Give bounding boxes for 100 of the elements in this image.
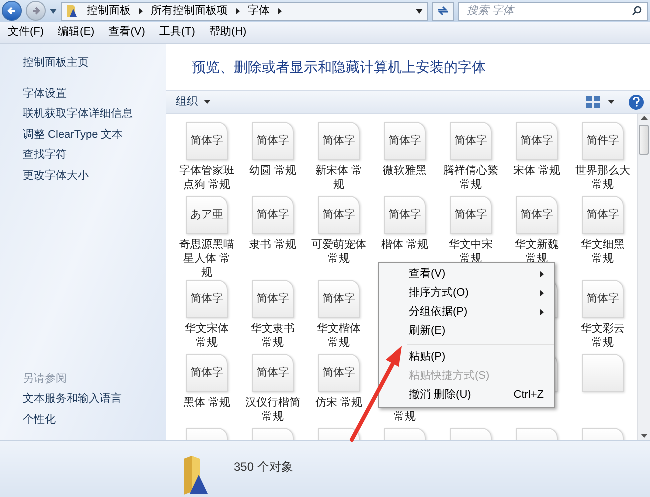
sidebar-link[interactable]: 调整 ClearType 文本 <box>23 126 143 143</box>
font-file-icon[interactable]: 简体字 <box>186 122 228 160</box>
font-name[interactable]: 新宋体 常 规 <box>307 164 371 192</box>
back-button[interactable] <box>2 1 22 21</box>
font-name[interactable]: 宋体 常规 <box>505 164 569 178</box>
font-name[interactable]: 奇思源黑喵 星人体 常 规 <box>175 238 239 280</box>
font-file-icon[interactable]: 简体字 <box>186 354 228 392</box>
section-title: 另请参阅 <box>23 372 68 386</box>
search-field[interactable]: 搜索 字体 <box>458 2 648 20</box>
font-file-icon[interactable]: 简体字 <box>582 196 624 234</box>
help-button[interactable] <box>629 94 644 110</box>
help-icon <box>633 97 640 107</box>
page-heading: 预览、删除或者显示和隐藏计算机上安装的字体 <box>192 58 486 76</box>
search-icon <box>632 6 642 16</box>
chevron-icon[interactable] <box>278 8 282 14</box>
font-preview: 简体字 <box>322 208 356 223</box>
sidebar-link[interactable]: 控制面板主页 <box>23 57 89 69</box>
sidebar-link[interactable]: 查找字符 <box>23 147 143 164</box>
menu-item[interactable]: 工具(T) <box>153 24 202 41</box>
font-file-icon[interactable]: 简体字 <box>384 122 426 160</box>
menu-item[interactable]: 编辑(E) <box>52 24 101 41</box>
sidebar-link[interactable]: 个性化 <box>23 412 143 428</box>
menu-item[interactable]: 文件(F) <box>2 24 50 41</box>
font-file-icon[interactable]: 简件字 <box>582 122 624 160</box>
font-file-icon[interactable]: 简体字 <box>582 280 624 318</box>
font-preview: 简体字 <box>256 292 290 307</box>
menu-item[interactable]: 帮助(H) <box>203 24 253 41</box>
font-file-icon[interactable]: 简体字 <box>252 280 294 318</box>
sidebar-link[interactable]: 联机获取字体详细信息 <box>23 106 143 122</box>
menu-item[interactable]: 排序方式(O) <box>381 284 552 303</box>
font-name[interactable]: 微软雅黑 <box>373 164 437 178</box>
font-preview: 简体字 <box>454 134 488 149</box>
chevron-icon[interactable] <box>139 8 143 14</box>
font-name[interactable]: 楷体 常规 <box>373 238 437 252</box>
font-name[interactable]: 华文隶书 常规 <box>241 322 305 350</box>
font-name[interactable]: 华文细黑 常规 <box>571 238 635 266</box>
font-file-icon[interactable]: 简体字 <box>384 196 426 234</box>
font-file-icon[interactable]: 简体字 <box>252 122 294 160</box>
breadcrumb[interactable]: 所有控制面板项 <box>151 2 228 20</box>
font-file-icon[interactable]: あア亜 <box>186 196 228 234</box>
font-preview: 简体字 <box>520 134 554 149</box>
menu-item[interactable]: 刷新(E) <box>381 322 552 341</box>
menu-item[interactable]: 查看(V) <box>381 265 552 284</box>
refresh-button[interactable] <box>432 2 454 20</box>
font-file-icon[interactable]: 简体字 <box>252 354 294 392</box>
font-file-icon[interactable]: 简体字 <box>450 196 492 234</box>
font-file-icon[interactable]: 简体字 <box>318 280 360 318</box>
dropdown-caret-icon <box>204 100 211 104</box>
font-name[interactable]: 华文宋体 常规 <box>175 322 239 350</box>
scroll-up-icon[interactable] <box>640 116 648 120</box>
font-preview: 简体字 <box>190 292 224 307</box>
refresh-icon <box>437 6 449 16</box>
font-file-icon[interactable]: 简体字 <box>516 196 558 234</box>
font-preview: 简体字 <box>322 134 356 149</box>
font-name[interactable]: 幼圆 常规 <box>241 164 305 178</box>
font-name[interactable]: 黑体 常规 <box>175 396 239 410</box>
dropdown-caret-icon[interactable] <box>416 8 423 14</box>
font-preview: 简件字 <box>586 134 620 149</box>
font-file-icon[interactable]: 简体字 <box>252 196 294 234</box>
breadcrumb[interactable]: 字体 <box>248 2 270 20</box>
font-file-icon[interactable]: 简体字 <box>318 354 360 392</box>
font-preview: 简体字 <box>256 366 290 381</box>
font-name[interactable]: 华文彩云 常规 <box>571 322 635 350</box>
font-name[interactable]: 仿宋 常规 <box>307 396 371 410</box>
menu-item[interactable]: 查看(V) <box>102 24 152 41</box>
font-preview: 简体字 <box>190 366 224 381</box>
chevron-icon[interactable] <box>236 8 240 14</box>
sidebar-link[interactable]: 更改字体大小 <box>23 168 143 184</box>
organize-button[interactable]: 组织 <box>176 94 211 110</box>
font-name[interactable]: 字体管家班 点狗 常规 <box>175 164 239 192</box>
breadcrumb[interactable]: 控制面板 <box>87 2 131 20</box>
font-preview: 简体字 <box>256 134 290 149</box>
forward-arrow-icon <box>31 6 41 16</box>
font-file-icon[interactable]: 简体字 <box>318 122 360 160</box>
font-name[interactable]: 世界那么大 常规 <box>571 164 635 192</box>
font-file-icon[interactable]: 简体字 <box>318 196 360 234</box>
scrollbar[interactable] <box>637 114 650 440</box>
font-file-icon[interactable]: 简体字 <box>186 280 228 318</box>
font-preview: 简体字 <box>454 208 488 223</box>
forward-button[interactable] <box>26 1 46 21</box>
view-options-button[interactable] <box>586 96 615 108</box>
menu-item[interactable]: 分组依据(P) <box>381 303 552 322</box>
font-file-icon[interactable]: 简体字 <box>516 122 558 160</box>
font-file-icon[interactable]: 简体字 <box>450 122 492 160</box>
back-arrow-icon <box>7 6 17 16</box>
font-name[interactable]: 常规 <box>373 410 437 424</box>
sidebar-link[interactable]: 文本服务和输入语言 <box>23 391 143 408</box>
scroll-thumb[interactable] <box>639 125 649 155</box>
font-name[interactable]: 汉仪行楷简 常规 <box>241 396 305 424</box>
font-name[interactable]: 华文楷体 常规 <box>307 322 371 350</box>
font-name[interactable]: 可爱萌宠体 常规 <box>307 238 371 266</box>
sidebar-link[interactable]: 字体设置 <box>23 86 143 102</box>
menu-item[interactable]: 粘贴(P) <box>381 348 552 367</box>
font-preview: 简体字 <box>322 292 356 307</box>
menu-item[interactable]: 撤消 删除(U) Ctrl+Z <box>381 386 552 405</box>
address-field[interactable]: 控制面板 所有控制面板项 字体 <box>61 2 428 20</box>
font-name[interactable]: 腾祥倩心繁 常规 <box>439 164 503 192</box>
font-name[interactable]: 隶书 常规 <box>241 238 305 252</box>
scroll-down-icon[interactable] <box>640 434 648 438</box>
font-preview: 简体字 <box>190 134 224 149</box>
